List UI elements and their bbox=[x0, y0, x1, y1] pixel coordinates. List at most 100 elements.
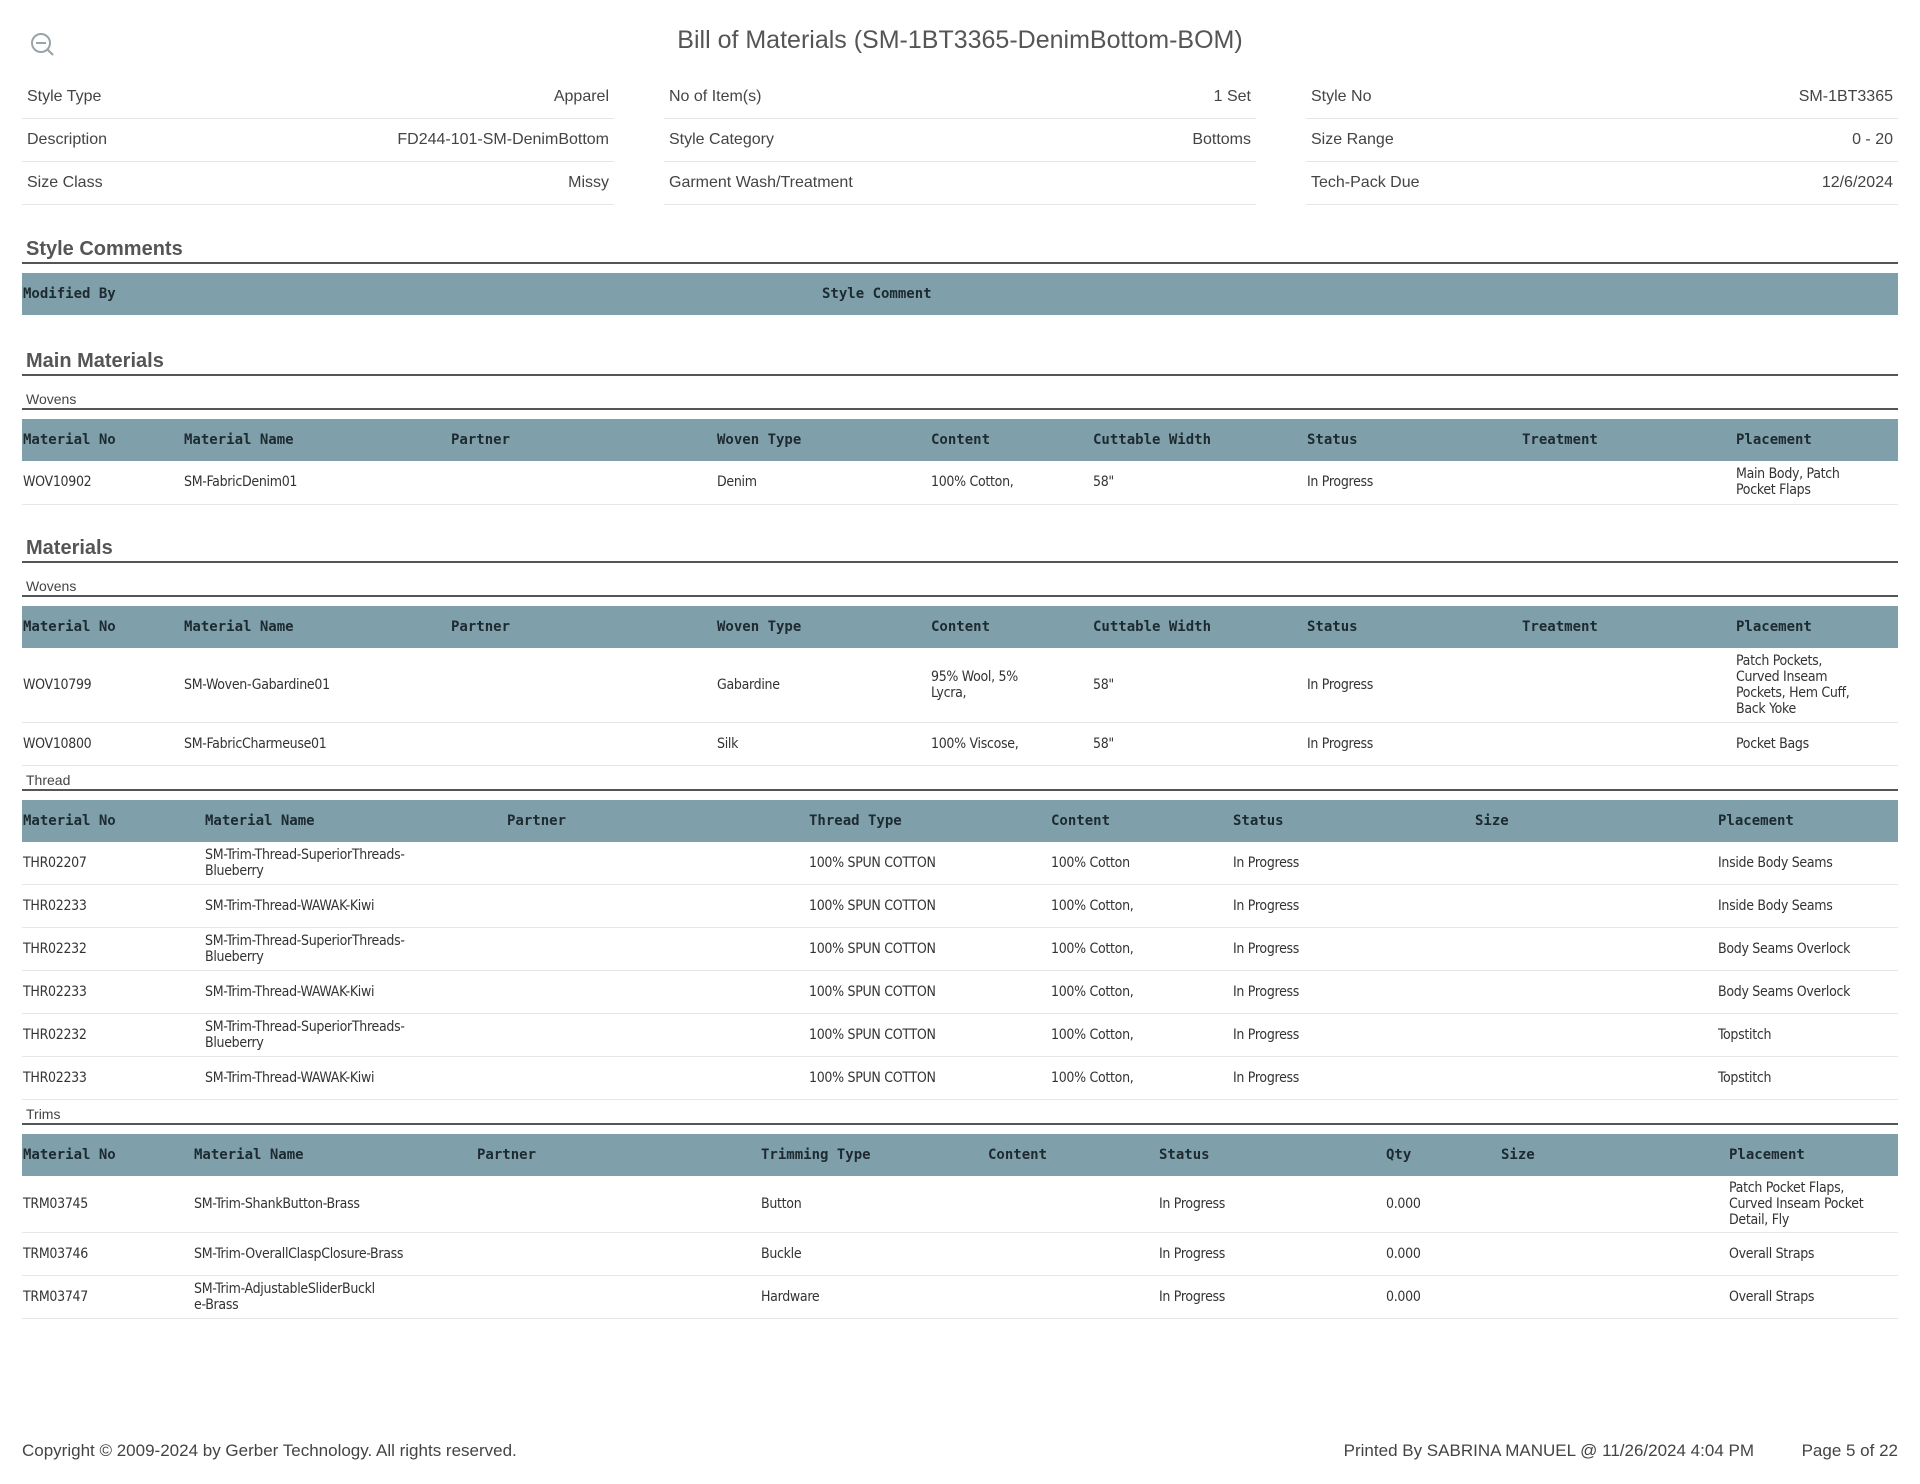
cell bbox=[1521, 461, 1735, 505]
cell: TRM03745 bbox=[22, 1176, 193, 1233]
cell: 100% SPUN COTTON bbox=[808, 841, 1050, 885]
cell bbox=[1474, 841, 1717, 885]
cell: 100% SPUN COTTON bbox=[808, 927, 1050, 971]
section-title: Main Materials bbox=[22, 350, 1898, 376]
page-number: Page 5 of 22 bbox=[1801, 1441, 1898, 1460]
style-comments-section: Style Comments Modified By Style Comment bbox=[22, 238, 1898, 315]
cell: 100% SPUN COTTON bbox=[808, 970, 1050, 1014]
table-row: THR02233 SM-Trim-Thread-WAWAK-Kiwi 100% … bbox=[22, 970, 1898, 1014]
summary-value: FD244-101-SM-DenimBottom bbox=[397, 131, 609, 148]
cell: SM-Trim-ShankButton-Brass bbox=[193, 1176, 476, 1233]
cell: 95% Wool, 5% Lycra, bbox=[930, 648, 1092, 723]
cell: SM-Trim-Thread-SuperiorThreads-Blueberry bbox=[204, 927, 506, 971]
section-title: Style Comments bbox=[22, 238, 1898, 264]
column-header: Cuttable Width bbox=[1092, 419, 1306, 461]
summary-column-1: Style Type Apparel Description FD244-101… bbox=[22, 76, 614, 205]
table-row: THR02232 SM-Trim-Thread-SuperiorThreads-… bbox=[22, 1013, 1898, 1057]
cell: 0.000 bbox=[1385, 1275, 1500, 1319]
cell: SM-Trim-Thread-SuperiorThreads-Blueberry bbox=[204, 1013, 506, 1057]
cell bbox=[987, 1176, 1158, 1233]
cell: THR02232 bbox=[22, 1013, 204, 1057]
column-header: Material Name bbox=[193, 1134, 476, 1176]
column-header: Treatment bbox=[1521, 419, 1735, 461]
style-summary: Style Type Apparel Description FD244-101… bbox=[22, 76, 1898, 205]
cell bbox=[1474, 970, 1717, 1014]
cell: WOV10902 bbox=[22, 461, 183, 505]
subsection-title: Trims bbox=[22, 1106, 1898, 1125]
style-comments-table: Modified By Style Comment bbox=[22, 273, 1898, 315]
cell: Topstitch bbox=[1717, 1056, 1898, 1100]
summary-label: Style No bbox=[1311, 88, 1372, 105]
cell: SM-FabricCharmeuse01 bbox=[183, 722, 450, 766]
cell: In Progress bbox=[1158, 1232, 1385, 1276]
summary-row-size-range: Size Range 0 - 20 bbox=[1306, 119, 1898, 162]
copyright-text: Copyright © 2009-2024 by Gerber Technolo… bbox=[22, 1441, 517, 1460]
column-header: Treatment bbox=[1521, 606, 1735, 648]
column-header: Trimming Type bbox=[760, 1134, 987, 1176]
cell bbox=[1474, 884, 1717, 928]
cell bbox=[476, 1232, 760, 1276]
column-header: Size bbox=[1474, 799, 1717, 842]
cell: 100% Cotton, bbox=[1050, 1056, 1232, 1100]
cell: Buckle bbox=[760, 1232, 987, 1276]
column-header: Partner bbox=[450, 419, 716, 461]
cell: 100% SPUN COTTON bbox=[808, 1013, 1050, 1057]
cell: In Progress bbox=[1232, 1013, 1474, 1057]
table-row: WOV10800 SM-FabricCharmeuse01 Silk 100% … bbox=[22, 722, 1898, 766]
section-title: Materials bbox=[22, 537, 1898, 563]
summary-value: Bottoms bbox=[1192, 131, 1251, 148]
cell: 100% Cotton, bbox=[930, 461, 1092, 505]
cell: Body Seams Overlock bbox=[1717, 970, 1898, 1014]
table-row: WOV10902 SM-FabricDenim01 Denim 100% Cot… bbox=[22, 461, 1898, 505]
column-header: Cuttable Width bbox=[1092, 606, 1306, 648]
column-header: Content bbox=[1050, 799, 1232, 842]
table-row: TRM03747 SM-Trim-AdjustableSliderBuckle-… bbox=[22, 1275, 1898, 1319]
cell bbox=[1474, 1013, 1717, 1057]
cell bbox=[450, 648, 716, 723]
wovens-table: Material No Material Name Partner Woven … bbox=[22, 606, 1898, 766]
column-header: Material Name bbox=[183, 606, 450, 648]
cell: 58" bbox=[1092, 648, 1306, 723]
column-header: Partner bbox=[476, 1134, 760, 1176]
cell: Overall Straps bbox=[1728, 1232, 1898, 1276]
column-header: Material Name bbox=[183, 419, 450, 461]
cell: In Progress bbox=[1232, 841, 1474, 885]
cell: SM-Trim-Thread-WAWAK-Kiwi bbox=[204, 1056, 506, 1100]
cell bbox=[506, 1013, 808, 1057]
cell bbox=[476, 1176, 760, 1233]
cell: Main Body, Patch Pocket Flaps bbox=[1735, 461, 1898, 505]
column-header: Modified By bbox=[22, 273, 821, 315]
cell: In Progress bbox=[1232, 1056, 1474, 1100]
summary-row-style-category: Style Category Bottoms bbox=[664, 119, 1256, 162]
cell: Overall Straps bbox=[1728, 1275, 1898, 1319]
cell: Button bbox=[760, 1176, 987, 1233]
subsection-title: Wovens bbox=[22, 391, 1898, 410]
summary-label: Size Range bbox=[1311, 131, 1394, 148]
cell bbox=[476, 1275, 760, 1319]
cell: SM-Trim-Thread-WAWAK-Kiwi bbox=[204, 884, 506, 928]
summary-row-style-no: Style No SM-1BT3365 bbox=[1306, 76, 1898, 119]
cell bbox=[450, 461, 716, 505]
cell bbox=[1474, 1056, 1717, 1100]
summary-label: Description bbox=[27, 131, 108, 148]
column-header: Woven Type bbox=[716, 419, 930, 461]
cell: WOV10800 bbox=[22, 722, 183, 766]
cell: THR02232 bbox=[22, 927, 204, 971]
cell: In Progress bbox=[1232, 884, 1474, 928]
column-header: Thread Type bbox=[808, 799, 1050, 842]
thread-table: Material No Material Name Partner Thread… bbox=[22, 799, 1898, 1100]
cell bbox=[1500, 1275, 1728, 1319]
cell bbox=[1521, 648, 1735, 723]
cell: WOV10799 bbox=[22, 648, 183, 723]
column-header: Placement bbox=[1728, 1134, 1898, 1176]
cell bbox=[506, 884, 808, 928]
summary-value: 0 - 20 bbox=[1852, 131, 1893, 148]
summary-label: Style Category bbox=[669, 131, 774, 148]
column-header: Placement bbox=[1735, 606, 1898, 648]
summary-column-2: No of Item(s) 1 Set Style Category Botto… bbox=[664, 76, 1256, 205]
cell: In Progress bbox=[1306, 648, 1521, 723]
cell: 100% SPUN COTTON bbox=[808, 1056, 1050, 1100]
cell bbox=[506, 927, 808, 971]
cell: THR02207 bbox=[22, 841, 204, 885]
summary-value: Missy bbox=[568, 174, 609, 191]
